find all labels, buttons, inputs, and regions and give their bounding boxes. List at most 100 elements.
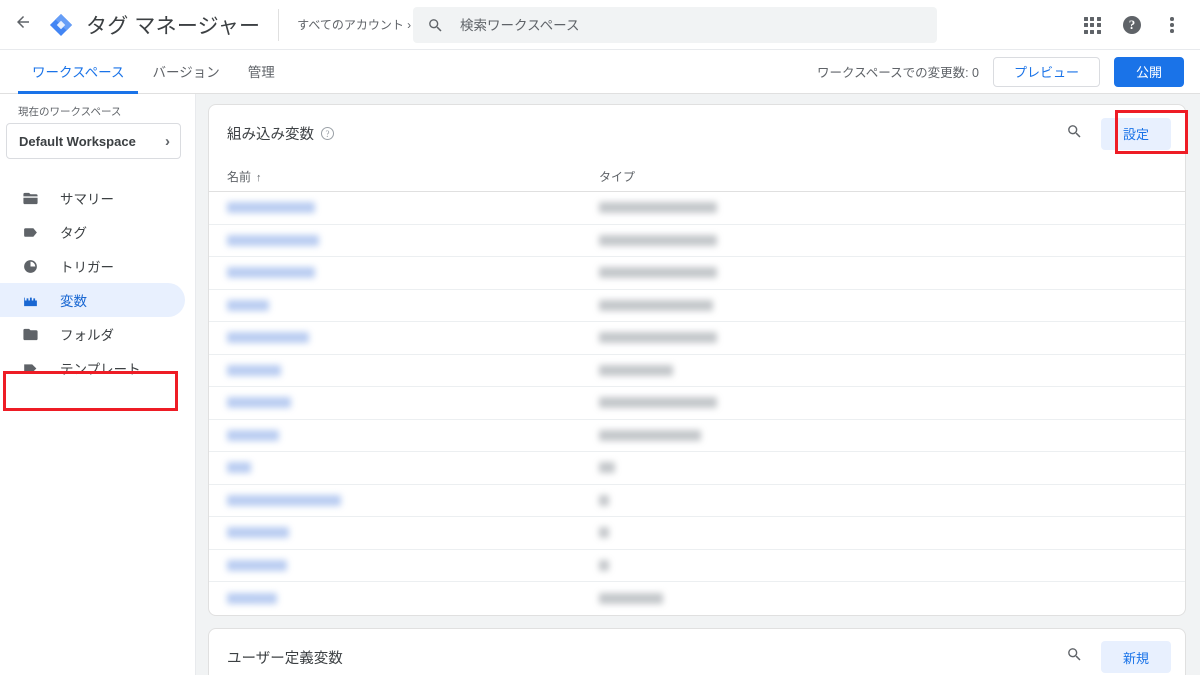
top-bar-actions: ? [1072, 0, 1192, 50]
builtin-configure-button[interactable]: 設定 [1101, 118, 1171, 150]
table-row[interactable] [209, 257, 1185, 290]
table-row[interactable] [209, 225, 1185, 258]
sidebar-item-label: フォルダ [60, 324, 114, 344]
page-body: 現在のワークスペース Default Workspace › サマリー タグ [0, 94, 1200, 675]
sidebar-item-summary[interactable]: サマリー [0, 181, 185, 215]
cell-name[interactable] [227, 397, 599, 408]
cell-name[interactable] [227, 495, 599, 506]
sidebar-item-label: 変数 [60, 290, 87, 310]
workspace-tabbar: ワークスペース バージョン 管理 ワークスペースでの変更数: 0 プレビュー 公… [0, 50, 1200, 94]
table-row[interactable] [209, 387, 1185, 420]
table-row[interactable] [209, 355, 1185, 388]
table-row[interactable] [209, 485, 1185, 518]
search-box[interactable] [413, 7, 937, 43]
search-input[interactable] [460, 18, 923, 33]
apps-grid-button[interactable] [1072, 5, 1112, 45]
cell-type [599, 365, 839, 376]
builtin-column-headers: 名前↑ タイプ [209, 162, 1185, 192]
user-card-header: ユーザー定義変数 新規 [209, 629, 1185, 675]
cell-name[interactable] [227, 462, 599, 473]
cell-name[interactable] [227, 593, 599, 604]
sidebar-item-label: テンプレート [60, 358, 141, 378]
gtm-diamond-logo [46, 10, 76, 40]
sidebar-item-templates[interactable]: テンプレート [0, 351, 185, 385]
sidebar-item-label: サマリー [60, 188, 114, 208]
sidebar-item-tags[interactable]: タグ [0, 215, 185, 249]
sidebar-item-folders[interactable]: フォルダ [0, 317, 185, 351]
chevron-right-icon: › [165, 133, 170, 150]
help-outline-icon[interactable]: ? [321, 127, 334, 140]
search-icon [1066, 646, 1083, 668]
user-card-actions: 新規 [1055, 637, 1171, 675]
more-vert-icon [1170, 17, 1174, 33]
user-search-button[interactable] [1055, 637, 1095, 675]
cell-type [599, 527, 839, 538]
cell-type [599, 235, 839, 246]
cell-name[interactable] [227, 560, 599, 571]
trigger-icon [22, 258, 44, 275]
cell-type [599, 332, 839, 343]
table-row[interactable] [209, 192, 1185, 225]
table-row[interactable] [209, 582, 1185, 615]
cell-type [599, 462, 839, 473]
tab-versions[interactable]: バージョン [138, 51, 233, 94]
cell-type [599, 430, 839, 441]
table-row[interactable] [209, 322, 1185, 355]
tab-workspace[interactable]: ワークスペース [18, 51, 138, 94]
left-sidebar: 現在のワークスペース Default Workspace › サマリー タグ [0, 94, 196, 675]
table-row[interactable] [209, 452, 1185, 485]
workspace-changes-count: ワークスペースでの変更数: 0 [817, 62, 979, 81]
cell-type [599, 202, 839, 213]
sidebar-nav: サマリー タグ トリガー 変数 [0, 181, 195, 385]
column-header-name[interactable]: 名前↑ [227, 168, 599, 185]
cell-name[interactable] [227, 267, 599, 278]
more-options-button[interactable] [1152, 5, 1192, 45]
breadcrumb-all-accounts[interactable]: すべてのアカウント › [297, 16, 411, 33]
main-content: 組み込み変数 ? 設定 名前↑ タイプ [196, 94, 1200, 675]
sidebar-item-label: トリガー [60, 256, 114, 276]
workspace-selector[interactable]: Default Workspace › [6, 123, 181, 159]
builtin-variables-card: 組み込み変数 ? 設定 名前↑ タイプ [208, 104, 1186, 616]
cell-name[interactable] [227, 332, 599, 343]
sidebar-item-variables[interactable]: 変数 [0, 283, 185, 317]
preview-button[interactable]: プレビュー [993, 57, 1100, 87]
tab-admin[interactable]: 管理 [234, 51, 289, 94]
top-app-bar: タグ マネージャー すべてのアカウント › ? [0, 0, 1200, 50]
cell-type [599, 593, 839, 604]
cell-name[interactable] [227, 202, 599, 213]
cell-type [599, 267, 839, 278]
table-row[interactable] [209, 290, 1185, 323]
builtin-rows [209, 192, 1185, 615]
cell-name[interactable] [227, 235, 599, 246]
title-divider [278, 9, 279, 41]
table-row[interactable] [209, 517, 1185, 550]
builtin-search-button[interactable] [1055, 114, 1095, 154]
workspace-name: Default Workspace [19, 134, 136, 149]
user-card-title-wrap: ユーザー定義変数 [227, 647, 343, 668]
cell-name[interactable] [227, 430, 599, 441]
column-header-type[interactable]: タイプ [599, 168, 839, 185]
table-row[interactable] [209, 550, 1185, 583]
sidebar-item-label: タグ [60, 222, 87, 242]
help-button[interactable]: ? [1112, 5, 1152, 45]
cell-name[interactable] [227, 527, 599, 538]
publish-button[interactable]: 公開 [1114, 57, 1184, 87]
search-icon [427, 17, 444, 34]
sort-asc-icon: ↑ [256, 172, 262, 184]
builtin-card-actions: 設定 [1055, 114, 1171, 154]
builtin-card-title: 組み込み変数 [227, 123, 314, 144]
variable-icon [22, 292, 44, 309]
arrow-left-icon [14, 13, 32, 36]
user-new-variable-button[interactable]: 新規 [1101, 641, 1171, 673]
table-row[interactable] [209, 420, 1185, 453]
apps-grid-icon [1084, 17, 1101, 34]
sidebar-item-triggers[interactable]: トリガー [0, 249, 185, 283]
cell-name[interactable] [227, 365, 599, 376]
tab-list: ワークスペース バージョン 管理 [0, 50, 289, 93]
summary-icon [22, 190, 44, 207]
user-card-title: ユーザー定義変数 [227, 647, 343, 668]
cell-type [599, 397, 839, 408]
tabbar-actions: ワークスペースでの変更数: 0 プレビュー 公開 [817, 50, 1200, 93]
back-button[interactable] [0, 0, 46, 50]
cell-name[interactable] [227, 300, 599, 311]
